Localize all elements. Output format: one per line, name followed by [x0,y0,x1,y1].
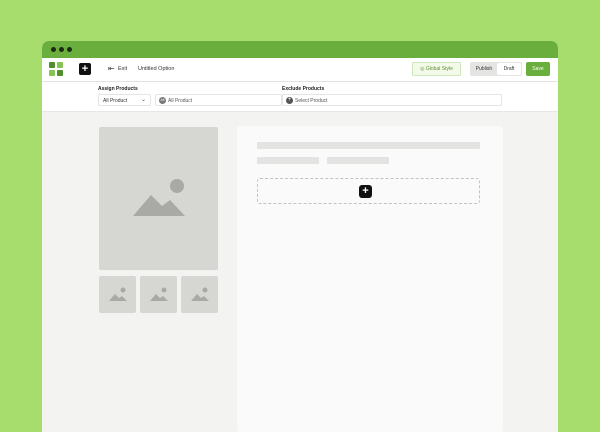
compare-price-skeleton [327,157,389,164]
publish-draft-toggle: Publish Draft [470,62,522,76]
chevron-down-icon: ⌄ [140,97,146,103]
maximize-dot[interactable] [67,47,72,52]
image-placeholder-icon [150,287,168,301]
image-placeholder-icon [191,287,209,301]
add-icon: + [286,97,293,104]
exclude-products-field[interactable]: + Select Product [282,94,502,106]
exclude-products-label: Exclude Products [282,86,325,92]
exit-icon[interactable]: ⇤ [108,65,115,73]
draft-tab[interactable]: Draft [497,63,521,75]
window-titlebar [42,41,558,58]
minimize-dot[interactable] [59,47,64,52]
assign-products-select[interactable]: All Product ⌄ [98,94,151,106]
close-dot[interactable] [51,47,56,52]
add-block-dropzone[interactable]: + [257,178,480,204]
palette-icon: ◎ [420,66,425,72]
global-style-label: Global Style [425,66,453,72]
exit-button[interactable]: Exit [118,66,127,72]
image-placeholder-icon [133,179,185,216]
exclude-chip-text: Select Product [295,98,328,104]
assign-products-label: Assign Products [98,86,138,92]
thumbnail-3[interactable] [181,276,218,313]
app-window: + ⇤ Exit Untitled Option ◎ Global Style … [42,41,558,432]
editor-toolbar: + ⇤ Exit Untitled Option ◎ Global Style … [42,58,558,82]
assign-chip-text: All Product [168,98,193,104]
global-style-button[interactable]: ◎ Global Style [412,62,461,76]
title-skeleton [257,142,480,149]
document-title[interactable]: Untitled Option [138,66,174,72]
add-block-button[interactable]: + [359,185,372,198]
all-products-icon: All [159,97,166,104]
assign-select-value: All Product [103,98,128,104]
assign-products-field[interactable]: All All Product [155,94,282,106]
thumbnail-1[interactable] [99,276,136,313]
price-skeleton [257,157,319,164]
thumbnail-2[interactable] [140,276,177,313]
publish-tab[interactable]: Publish [471,63,497,75]
product-details-panel: + [237,126,503,432]
add-element-button[interactable]: + [79,63,91,75]
app-logo-icon[interactable] [49,62,63,76]
main-image-placeholder[interactable] [99,127,218,270]
save-button[interactable]: Save [526,62,550,76]
editor-canvas: + [42,112,558,432]
image-placeholder-icon [109,287,127,301]
product-filter-bar: Assign Products All Product ⌄ All All Pr… [42,82,558,112]
